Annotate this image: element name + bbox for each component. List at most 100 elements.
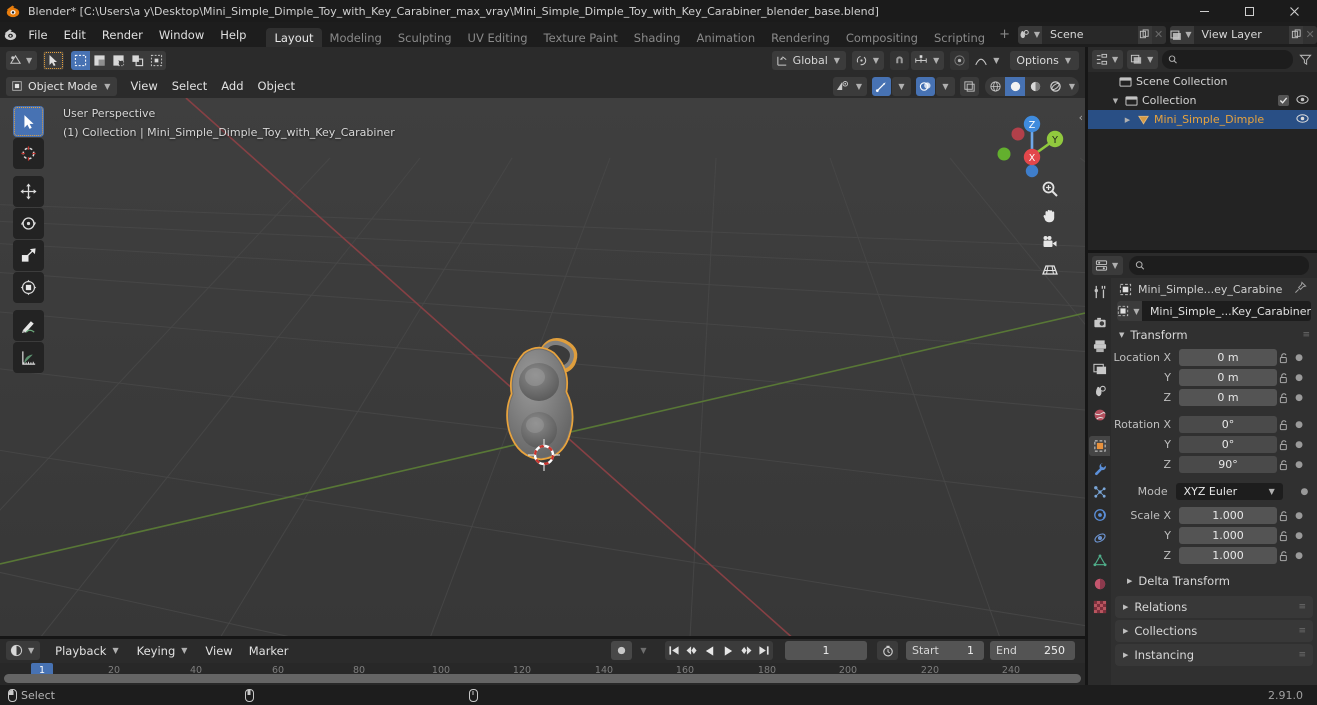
timeline-menu-view[interactable]: View: [198, 641, 239, 660]
properties-editor-type-icon[interactable]: ▼: [1092, 256, 1124, 275]
rotate-tool-icon[interactable]: [13, 208, 44, 239]
tab-layout[interactable]: Layout: [266, 28, 322, 47]
measure-tool-icon[interactable]: [13, 342, 44, 373]
jump-to-start-button[interactable]: [665, 641, 683, 660]
snap-magnet-icon[interactable]: [890, 51, 910, 70]
tab-modifiers[interactable]: [1089, 459, 1110, 479]
gizmo-toggle-icon[interactable]: [872, 76, 891, 96]
shading-material-preview-icon[interactable]: [1025, 77, 1045, 96]
properties-search-input[interactable]: [1129, 256, 1309, 275]
outliner-row-scene-collection[interactable]: Scene Collection: [1088, 72, 1317, 91]
tab-texture[interactable]: [1089, 597, 1110, 617]
scale-tool-icon[interactable]: [13, 240, 44, 271]
subtract-selection-icon[interactable]: [109, 51, 129, 70]
properties-editor[interactable]: ▼ Mini_Simple...ey_Carabine ▼ Mini_Simpl…: [1088, 253, 1317, 685]
auto-keyframe-record-icon[interactable]: [611, 641, 632, 660]
animate-property-dot[interactable]: ●: [1292, 353, 1306, 363]
timeline-horizontal-scrollbar[interactable]: [4, 674, 1081, 683]
view-layer-name[interactable]: View Layer: [1194, 26, 1290, 44]
navigation-gizmo[interactable]: Z Y X: [991, 108, 1067, 184]
tab-particles[interactable]: [1089, 482, 1110, 502]
snap-target-selector[interactable]: ▼: [911, 51, 945, 70]
end-frame-field[interactable]: End 250: [990, 641, 1075, 660]
lock-icon[interactable]: [1277, 439, 1292, 451]
animate-property-dot[interactable]: ●: [1292, 511, 1306, 521]
transform-orientation-selector[interactable]: Global ▼: [771, 51, 846, 70]
lock-icon[interactable]: [1277, 530, 1292, 542]
lock-icon[interactable]: [1277, 550, 1292, 562]
animate-property-dot[interactable]: ●: [1292, 460, 1306, 470]
menu-file[interactable]: File: [20, 22, 55, 47]
viewport-menu-object[interactable]: Object: [251, 77, 302, 96]
outliner-row-mini-simple-dimple[interactable]: ▶ Mini_Simple_Dimple: [1088, 110, 1317, 129]
timeline-menu-marker[interactable]: Marker: [242, 641, 296, 660]
toggle-perspective-icon[interactable]: [1039, 259, 1061, 281]
object-name-field[interactable]: Mini_Simple_...Key_Carabiner: [1142, 305, 1311, 318]
view-layer-icon[interactable]: ▼: [1169, 25, 1194, 44]
location-x-field[interactable]: 0 m: [1179, 349, 1277, 366]
animate-property-dot[interactable]: ●: [1298, 487, 1311, 497]
tab-texture-paint[interactable]: Texture Paint: [536, 28, 626, 47]
timeline-ruler[interactable]: 20 40 60 80 100 120 140 160 180 200 220 …: [0, 663, 1085, 685]
pan-hand-icon[interactable]: [1039, 205, 1061, 227]
viewport-menu-select[interactable]: Select: [165, 77, 214, 96]
animate-property-dot[interactable]: ●: [1292, 551, 1306, 561]
outliner-row-collection[interactable]: ▼ Collection: [1088, 91, 1317, 110]
tab-object[interactable]: [1089, 436, 1110, 456]
current-frame-field[interactable]: 1: [785, 641, 867, 660]
expand-triangle-icon[interactable]: ▼: [1110, 97, 1121, 105]
lock-icon[interactable]: [1277, 392, 1292, 404]
extend-selection-icon[interactable]: [90, 51, 110, 70]
blender-menu-logo-icon[interactable]: [0, 22, 20, 47]
orientation-value[interactable]: Global: [793, 54, 828, 67]
tab-shading[interactable]: Shading: [626, 28, 689, 47]
tab-output[interactable]: [1089, 336, 1110, 356]
viewport-menu-view[interactable]: View: [123, 77, 164, 96]
rotation-x-field[interactable]: 0°: [1179, 416, 1277, 433]
overlays-options-chevron[interactable]: ▼: [936, 76, 955, 96]
outliner-display-mode-selector[interactable]: ▼: [1092, 50, 1124, 69]
tab-constraints[interactable]: [1089, 528, 1110, 548]
view-layer-selector[interactable]: ▼ View Layer ✕: [1169, 25, 1317, 44]
object-icon[interactable]: ▼: [1117, 301, 1142, 321]
outliner-search-input[interactable]: [1162, 50, 1293, 69]
scale-y-field[interactable]: 1.000: [1179, 527, 1277, 544]
falloff-type-selector[interactable]: ▼: [971, 51, 1004, 70]
play-button[interactable]: [719, 641, 737, 660]
move-tool-icon[interactable]: [13, 176, 44, 207]
timeline-menu-playback[interactable]: Playback ▼: [48, 641, 127, 660]
panel-relations-header[interactable]: ▶ Relations ≡: [1115, 596, 1313, 618]
menu-help[interactable]: Help: [212, 22, 254, 47]
pin-icon[interactable]: [1294, 281, 1309, 297]
shading-wireframe-icon[interactable]: [985, 77, 1005, 96]
new-scene-icon[interactable]: [1137, 25, 1152, 44]
menu-edit[interactable]: Edit: [56, 22, 94, 47]
rotation-z-field[interactable]: 90°: [1179, 456, 1277, 473]
tab-tool[interactable]: [1089, 282, 1110, 302]
shading-rendered-icon[interactable]: [1045, 77, 1065, 96]
overlays-toggle-icon[interactable]: [916, 76, 935, 96]
editor-seam-vertical[interactable]: [1085, 47, 1088, 685]
cursor-tool-icon[interactable]: [13, 138, 44, 169]
animate-property-dot[interactable]: ●: [1292, 420, 1306, 430]
outliner-search-field[interactable]: [1182, 53, 1287, 66]
timeline-menu-keying[interactable]: Keying ▼: [130, 641, 197, 660]
previous-keyframe-button[interactable]: [683, 641, 701, 660]
tab-render[interactable]: [1089, 313, 1110, 333]
add-workspace-button[interactable]: +: [993, 22, 1016, 47]
interaction-mode-selector[interactable]: Object Mode ▼: [6, 76, 118, 96]
use-preview-range-icon[interactable]: [877, 641, 898, 660]
lock-icon[interactable]: [1277, 352, 1292, 364]
eye-icon[interactable]: [1296, 113, 1309, 127]
properties-search-field[interactable]: [1149, 259, 1303, 272]
scale-z-field[interactable]: 1.000: [1179, 547, 1277, 564]
animate-property-dot[interactable]: ●: [1292, 440, 1306, 450]
tweak-tool-icon[interactable]: [13, 106, 44, 137]
new-view-layer-icon[interactable]: [1289, 25, 1304, 44]
tab-sculpting[interactable]: Sculpting: [390, 28, 460, 47]
unlink-scene-icon[interactable]: ✕: [1151, 25, 1166, 44]
tab-material[interactable]: [1089, 574, 1110, 594]
outliner-filter-id-selector[interactable]: ▼: [1127, 50, 1159, 69]
viewport-options-button[interactable]: Options ▼: [1010, 51, 1079, 70]
tab-scripting[interactable]: Scripting: [926, 28, 993, 47]
